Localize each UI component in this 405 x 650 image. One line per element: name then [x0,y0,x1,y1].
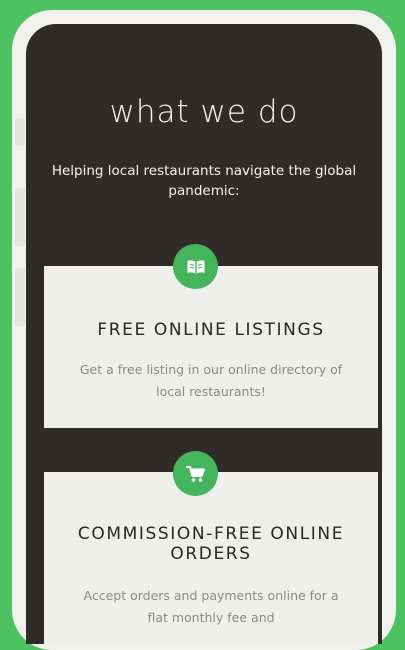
service-card-online-listings: FREE ONLINE LISTINGS Get a free listing … [44,266,378,428]
phone-volume-down-button [15,268,25,326]
book-icon [173,244,218,289]
phone-screen: what we do Helping local restaurants nav… [26,24,382,644]
section-title: what we do [109,94,299,130]
section-subtitle: Helping local restaurants navigate the g… [51,163,357,199]
service-card-online-orders: COMMISSION-FREE ONLINE ORDERS Accept ord… [44,472,378,644]
phone-side-button [15,118,25,146]
phone-volume-up-button [15,188,25,246]
cart-icon [173,451,218,496]
card-title: FREE ONLINE LISTINGS [97,320,325,340]
phone-mockup: what we do Helping local restaurants nav… [12,10,396,650]
card-description: Get a free listing in our online directo… [79,362,343,399]
card-title: COMMISSION-FREE ONLINE ORDERS [77,524,345,564]
card-description: Accept orders and payments online for a … [83,588,339,625]
